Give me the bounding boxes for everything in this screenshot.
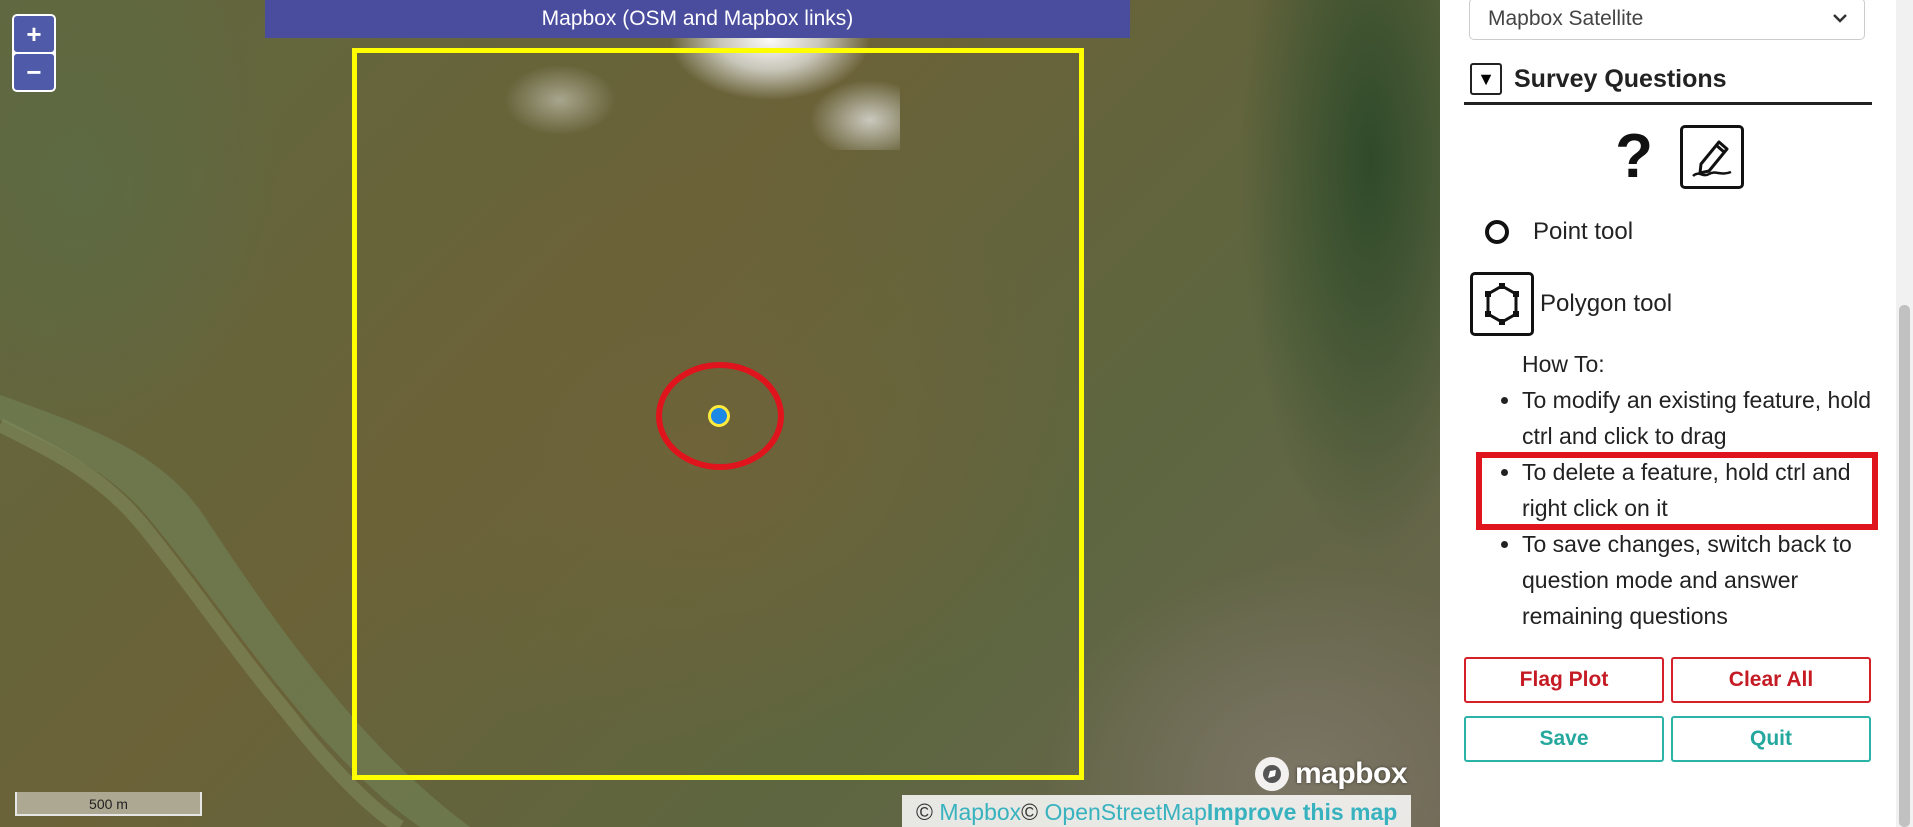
point-feature-marker[interactable] [708,405,730,427]
point-tool-label: Point tool [1533,218,1634,245]
scale-bar: 500 m [15,792,202,816]
save-button[interactable]: Save [1464,716,1664,762]
imagery-select-value: Mapbox Satellite [1488,7,1644,30]
scrollbar[interactable] [1896,0,1913,827]
map-attribution: © Mapbox© OpenStreetMapImprove this map [902,795,1412,827]
zoom-out-button[interactable]: − [14,54,54,90]
map-view[interactable]: Mapbox (OSM and Mapbox links) + − 500 m … [0,0,1440,827]
clear-all-button[interactable]: Clear All [1671,657,1871,703]
quit-button[interactable]: Quit [1671,716,1871,762]
point-tool[interactable]: Point tool [1485,218,1633,246]
survey-questions-header: ▼ Survey Questions [1464,56,1872,105]
collapse-toggle-button[interactable]: ▼ [1470,63,1502,95]
improve-map-link[interactable]: Improve this map [1207,799,1397,825]
chevron-down-icon [1832,0,1848,53]
flag-plot-button[interactable]: Flag Plot [1464,657,1664,703]
imagery-select[interactable]: Mapbox Satellite [1469,0,1865,40]
mode-switcher: ? [1604,122,1744,192]
mapbox-logo-text: mapbox [1295,757,1408,790]
mapbox-logo: mapbox [1255,756,1408,792]
polygon-tool-icon [1470,272,1534,336]
mapbox-link[interactable]: Mapbox [939,799,1021,825]
imagery-title-bar: Mapbox (OSM and Mapbox links) [265,0,1130,38]
mapbox-logo-icon [1255,757,1289,791]
draw-mode-button[interactable] [1680,125,1744,189]
point-tool-icon [1485,220,1509,244]
pencil-icon [1692,140,1732,177]
how-to-item: To modify an existing feature, hold ctrl… [1522,382,1880,454]
zoom-control: + − [12,14,56,92]
polygon-tool[interactable]: Polygon tool [1470,272,1672,336]
highlight-box [1476,452,1878,530]
how-to-item: To save changes, switch back to question… [1522,526,1880,634]
copyright-symbol: © [1021,799,1045,825]
scrollbar-thumb[interactable] [1899,305,1910,827]
how-to-title: How To: [1522,351,1605,377]
copyright-symbol: © [916,799,940,825]
question-mode-button[interactable]: ? [1604,122,1664,192]
sidebar: Mapbox Satellite ▼ Survey Questions ? Po… [1440,0,1913,827]
survey-questions-title: Survey Questions [1514,64,1727,93]
openstreetmap-link[interactable]: OpenStreetMap [1045,799,1207,825]
polygon-tool-label: Polygon tool [1540,290,1673,317]
zoom-in-button[interactable]: + [14,16,54,52]
